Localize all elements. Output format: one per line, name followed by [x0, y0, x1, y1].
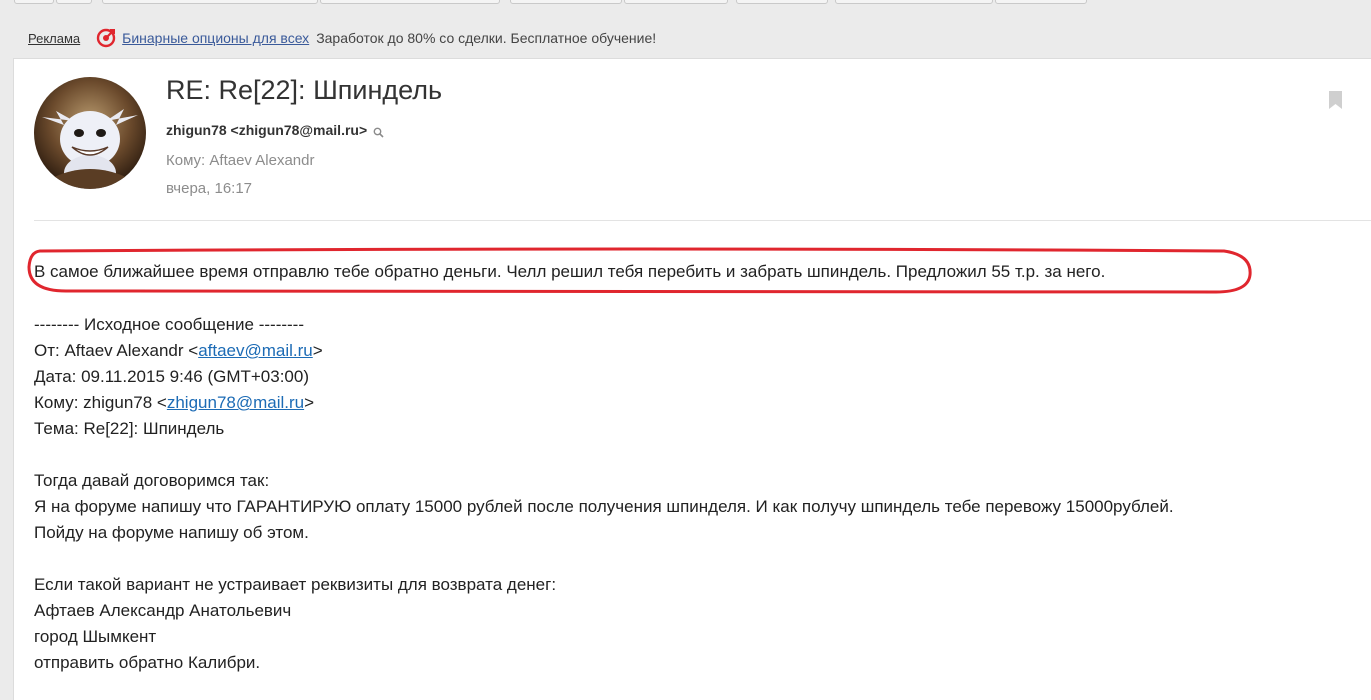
quote-to-prefix: Кому: zhigun78 <: [34, 393, 167, 412]
quote-to-suffix: >: [304, 393, 315, 412]
recipient: Кому: Aftaev Alexandr: [166, 152, 315, 169]
quote-separator: -------- Исходное сообщение --------: [34, 315, 304, 334]
ad-bar: Реклама Бинарные опционы для всех Зарабо…: [13, 22, 1371, 54]
quote-paragraph-line: отправить обратно Калибри.: [34, 653, 261, 672]
search-icon[interactable]: [373, 125, 384, 138]
message-body: В самое ближайшее время отправлю тебе об…: [34, 260, 1105, 284]
message-date: вчера, 16:17: [166, 180, 253, 197]
toolbar-button[interactable]: [14, 0, 54, 4]
toolbar-button[interactable]: [624, 0, 728, 4]
quote-paragraph-line: Пойду на форуме напишу об этом.: [34, 523, 309, 542]
ad-label[interactable]: Реклама: [28, 31, 80, 46]
quote-from-prefix: От: Aftaev Alexandr <: [34, 341, 199, 360]
quote-to: Кому: zhigun78 <zhigun78@mail.ru>: [34, 390, 1174, 416]
quote-subject: Тема: Re[22]: Шпиндель: [34, 419, 225, 438]
message-view: RE: Re[22]: Шпиндель zhigun78 <zhigun78@…: [13, 58, 1371, 700]
quote-date: Дата: 09.11.2015 9:46 (GMT+03:00): [34, 367, 310, 386]
ad-text: Заработок до 80% со сделки. Бесплатное о…: [316, 30, 657, 46]
ad-link[interactable]: Бинарные опционы для всех: [122, 30, 309, 46]
quote-paragraph-line: город Шымкент: [34, 627, 157, 646]
toolbar-button[interactable]: [736, 0, 828, 4]
target-icon: [96, 28, 116, 48]
quote-from: От: Aftaev Alexandr <aftaev@mail.ru>: [34, 338, 1174, 364]
quote-from-email[interactable]: aftaev@mail.ru: [198, 341, 313, 360]
quote-to-email[interactable]: zhigun78@mail.ru: [167, 393, 304, 412]
toolbar-button[interactable]: [510, 0, 622, 4]
quote-paragraph-line: Тогда давай договоримся так:: [34, 471, 270, 490]
quote-from-suffix: >: [312, 341, 323, 360]
toolbar-button[interactable]: [320, 0, 500, 4]
bookmark-icon[interactable]: [1329, 91, 1342, 109]
toolbar: [0, 0, 1371, 6]
highlighted-paragraph: В самое ближайшее время отправлю тебе об…: [34, 262, 1106, 281]
toolbar-button[interactable]: [102, 0, 318, 4]
sender-address[interactable]: zhigun78 <zhigun78@mail.ru>: [166, 122, 367, 138]
quote-paragraph-line: Если такой вариант не устраивает реквизи…: [34, 575, 557, 594]
sender: zhigun78 <zhigun78@mail.ru>: [166, 122, 384, 138]
toolbar-button[interactable]: [835, 0, 993, 4]
divider: [34, 220, 1371, 221]
quote-paragraph-line: Афтаев Александр Анатольевич: [34, 601, 292, 620]
toolbar-button[interactable]: [995, 0, 1087, 4]
message-subject: RE: Re[22]: Шпиндель: [166, 75, 443, 105]
avatar[interactable]: [34, 77, 146, 189]
toolbar-button[interactable]: [56, 0, 92, 4]
quoted-message: -------- Исходное сообщение -------- От:…: [34, 312, 1174, 676]
quote-paragraph-line: Я на форуме напишу что ГАРАНТИРУЮ оплату…: [34, 497, 1174, 516]
